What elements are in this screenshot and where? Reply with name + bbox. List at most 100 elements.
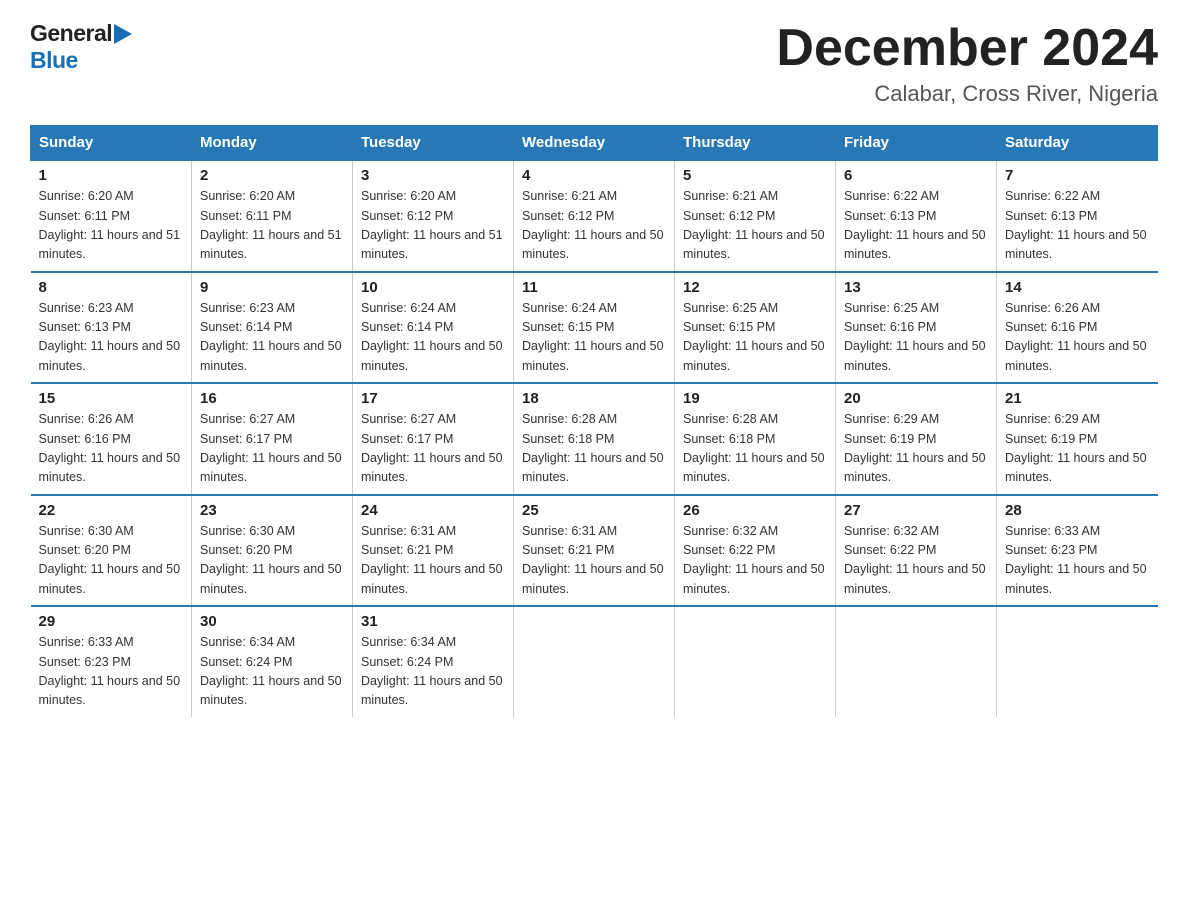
calendar-cell: 8 Sunrise: 6:23 AMSunset: 6:13 PMDayligh… [31, 272, 192, 384]
day-number: 28 [1005, 502, 1150, 519]
day-info: Sunrise: 6:23 AMSunset: 6:14 PMDaylight:… [200, 301, 342, 373]
day-info: Sunrise: 6:27 AMSunset: 6:17 PMDaylight:… [200, 412, 342, 484]
day-info: Sunrise: 6:27 AMSunset: 6:17 PMDaylight:… [361, 412, 503, 484]
calendar-cell: 29 Sunrise: 6:33 AMSunset: 6:23 PMDaylig… [31, 606, 192, 717]
calendar-week-row: 15 Sunrise: 6:26 AMSunset: 6:16 PMDaylig… [31, 383, 1158, 495]
calendar-cell: 22 Sunrise: 6:30 AMSunset: 6:20 PMDaylig… [31, 495, 192, 607]
day-number: 13 [844, 279, 988, 296]
day-info: Sunrise: 6:28 AMSunset: 6:18 PMDaylight:… [683, 412, 825, 484]
day-number: 14 [1005, 279, 1150, 296]
calendar-cell: 15 Sunrise: 6:26 AMSunset: 6:16 PMDaylig… [31, 383, 192, 495]
calendar-week-row: 8 Sunrise: 6:23 AMSunset: 6:13 PMDayligh… [31, 272, 1158, 384]
calendar-cell: 12 Sunrise: 6:25 AMSunset: 6:15 PMDaylig… [675, 272, 836, 384]
day-number: 26 [683, 502, 827, 519]
day-info: Sunrise: 6:20 AMSunset: 6:11 PMDaylight:… [200, 189, 342, 261]
day-number: 31 [361, 613, 505, 630]
day-info: Sunrise: 6:24 AMSunset: 6:14 PMDaylight:… [361, 301, 503, 373]
calendar-week-row: 1 Sunrise: 6:20 AMSunset: 6:11 PMDayligh… [31, 160, 1158, 272]
day-number: 11 [522, 279, 666, 296]
day-number: 10 [361, 279, 505, 296]
calendar-cell [836, 606, 997, 717]
day-info: Sunrise: 6:30 AMSunset: 6:20 PMDaylight:… [39, 524, 181, 596]
day-number: 9 [200, 279, 344, 296]
calendar-cell: 2 Sunrise: 6:20 AMSunset: 6:11 PMDayligh… [192, 160, 353, 272]
logo-blue-text: Blue [30, 47, 78, 73]
day-info: Sunrise: 6:32 AMSunset: 6:22 PMDaylight:… [683, 524, 825, 596]
calendar-cell: 21 Sunrise: 6:29 AMSunset: 6:19 PMDaylig… [997, 383, 1158, 495]
day-number: 23 [200, 502, 344, 519]
day-number: 27 [844, 502, 988, 519]
day-number: 18 [522, 390, 666, 407]
day-info: Sunrise: 6:34 AMSunset: 6:24 PMDaylight:… [200, 635, 342, 707]
column-header-sunday: Sunday [31, 126, 192, 161]
day-info: Sunrise: 6:33 AMSunset: 6:23 PMDaylight:… [39, 635, 181, 707]
day-number: 25 [522, 502, 666, 519]
day-number: 1 [39, 167, 184, 184]
calendar-cell: 27 Sunrise: 6:32 AMSunset: 6:22 PMDaylig… [836, 495, 997, 607]
calendar-table: SundayMondayTuesdayWednesdayThursdayFrid… [30, 125, 1158, 717]
calendar-cell: 30 Sunrise: 6:34 AMSunset: 6:24 PMDaylig… [192, 606, 353, 717]
calendar-cell: 7 Sunrise: 6:22 AMSunset: 6:13 PMDayligh… [997, 160, 1158, 272]
day-number: 7 [1005, 167, 1150, 184]
calendar-cell: 1 Sunrise: 6:20 AMSunset: 6:11 PMDayligh… [31, 160, 192, 272]
calendar-cell: 17 Sunrise: 6:27 AMSunset: 6:17 PMDaylig… [353, 383, 514, 495]
calendar-week-row: 22 Sunrise: 6:30 AMSunset: 6:20 PMDaylig… [31, 495, 1158, 607]
day-number: 8 [39, 279, 184, 296]
day-number: 2 [200, 167, 344, 184]
calendar-cell: 11 Sunrise: 6:24 AMSunset: 6:15 PMDaylig… [514, 272, 675, 384]
calendar-cell: 10 Sunrise: 6:24 AMSunset: 6:14 PMDaylig… [353, 272, 514, 384]
day-number: 5 [683, 167, 827, 184]
calendar-cell: 31 Sunrise: 6:34 AMSunset: 6:24 PMDaylig… [353, 606, 514, 717]
day-info: Sunrise: 6:28 AMSunset: 6:18 PMDaylight:… [522, 412, 664, 484]
day-number: 29 [39, 613, 184, 630]
day-number: 22 [39, 502, 184, 519]
calendar-cell: 24 Sunrise: 6:31 AMSunset: 6:21 PMDaylig… [353, 495, 514, 607]
day-number: 20 [844, 390, 988, 407]
calendar-cell: 28 Sunrise: 6:33 AMSunset: 6:23 PMDaylig… [997, 495, 1158, 607]
day-info: Sunrise: 6:23 AMSunset: 6:13 PMDaylight:… [39, 301, 181, 373]
day-info: Sunrise: 6:26 AMSunset: 6:16 PMDaylight:… [39, 412, 181, 484]
day-number: 6 [844, 167, 988, 184]
day-info: Sunrise: 6:32 AMSunset: 6:22 PMDaylight:… [844, 524, 986, 596]
column-header-friday: Friday [836, 126, 997, 161]
day-info: Sunrise: 6:22 AMSunset: 6:13 PMDaylight:… [1005, 189, 1147, 261]
day-info: Sunrise: 6:20 AMSunset: 6:12 PMDaylight:… [361, 189, 503, 261]
day-number: 17 [361, 390, 505, 407]
day-info: Sunrise: 6:29 AMSunset: 6:19 PMDaylight:… [844, 412, 986, 484]
calendar-cell: 23 Sunrise: 6:30 AMSunset: 6:20 PMDaylig… [192, 495, 353, 607]
day-number: 12 [683, 279, 827, 296]
day-info: Sunrise: 6:25 AMSunset: 6:16 PMDaylight:… [844, 301, 986, 373]
day-info: Sunrise: 6:31 AMSunset: 6:21 PMDaylight:… [522, 524, 664, 596]
calendar-cell: 9 Sunrise: 6:23 AMSunset: 6:14 PMDayligh… [192, 272, 353, 384]
logo: General Blue [30, 20, 132, 74]
column-header-saturday: Saturday [997, 126, 1158, 161]
day-info: Sunrise: 6:26 AMSunset: 6:16 PMDaylight:… [1005, 301, 1147, 373]
calendar-cell: 6 Sunrise: 6:22 AMSunset: 6:13 PMDayligh… [836, 160, 997, 272]
day-number: 4 [522, 167, 666, 184]
title-block: December 2024 Calabar, Cross River, Nige… [776, 20, 1158, 107]
day-info: Sunrise: 6:29 AMSunset: 6:19 PMDaylight:… [1005, 412, 1147, 484]
day-number: 19 [683, 390, 827, 407]
calendar-cell: 19 Sunrise: 6:28 AMSunset: 6:18 PMDaylig… [675, 383, 836, 495]
calendar-cell: 3 Sunrise: 6:20 AMSunset: 6:12 PMDayligh… [353, 160, 514, 272]
calendar-cell: 5 Sunrise: 6:21 AMSunset: 6:12 PMDayligh… [675, 160, 836, 272]
day-info: Sunrise: 6:30 AMSunset: 6:20 PMDaylight:… [200, 524, 342, 596]
day-info: Sunrise: 6:21 AMSunset: 6:12 PMDaylight:… [683, 189, 825, 261]
day-number: 24 [361, 502, 505, 519]
calendar-header-row: SundayMondayTuesdayWednesdayThursdayFrid… [31, 126, 1158, 161]
calendar-cell: 18 Sunrise: 6:28 AMSunset: 6:18 PMDaylig… [514, 383, 675, 495]
logo-general-text: General [30, 20, 112, 47]
day-info: Sunrise: 6:34 AMSunset: 6:24 PMDaylight:… [361, 635, 503, 707]
calendar-cell [997, 606, 1158, 717]
day-number: 16 [200, 390, 344, 407]
calendar-cell: 26 Sunrise: 6:32 AMSunset: 6:22 PMDaylig… [675, 495, 836, 607]
page-subtitle: Calabar, Cross River, Nigeria [776, 81, 1158, 107]
logo-arrow-icon [114, 24, 132, 44]
calendar-cell: 13 Sunrise: 6:25 AMSunset: 6:16 PMDaylig… [836, 272, 997, 384]
day-info: Sunrise: 6:22 AMSunset: 6:13 PMDaylight:… [844, 189, 986, 261]
day-info: Sunrise: 6:24 AMSunset: 6:15 PMDaylight:… [522, 301, 664, 373]
column-header-tuesday: Tuesday [353, 126, 514, 161]
day-info: Sunrise: 6:31 AMSunset: 6:21 PMDaylight:… [361, 524, 503, 596]
day-number: 3 [361, 167, 505, 184]
day-number: 15 [39, 390, 184, 407]
